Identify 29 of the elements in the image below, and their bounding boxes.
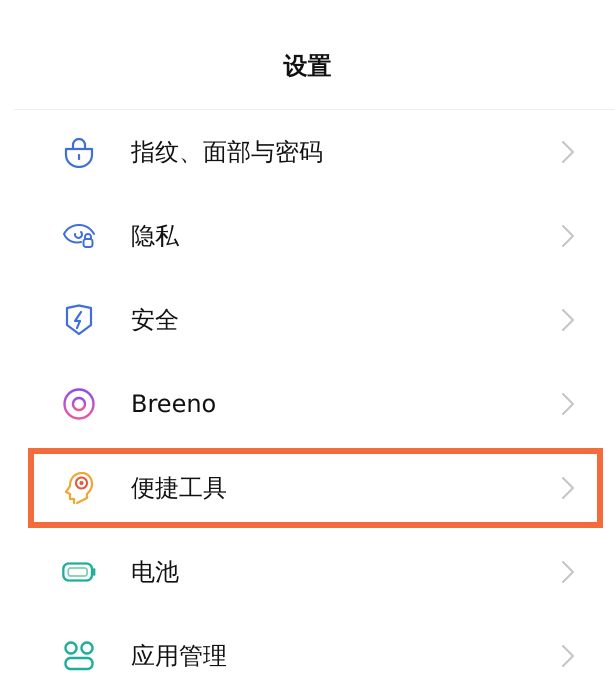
settings-row[interactable]: 隐私 [0, 194, 615, 278]
app-grid-icon [63, 641, 95, 671]
head-target-icon [64, 471, 94, 505]
chevron-right-icon [561, 308, 575, 332]
chevron-right-icon [561, 644, 575, 668]
chevron-right-icon [561, 224, 575, 248]
row-label: 安全 [131, 308, 180, 332]
shield-bolt-icon [65, 304, 93, 336]
settings-row[interactable]: 电池 [0, 530, 615, 614]
settings-row[interactable]: 便捷工具 [0, 446, 615, 530]
settings-row[interactable]: Breeno [0, 362, 615, 446]
page-title: 设置 [284, 54, 332, 78]
chevron-right-icon [561, 476, 575, 500]
settings-row[interactable]: 应用管理 [0, 614, 615, 698]
settings-row[interactable]: 安全 [0, 278, 615, 362]
row-label: 应用管理 [131, 644, 228, 668]
row-label: 便捷工具 [131, 476, 228, 500]
chevron-right-icon [561, 140, 575, 164]
padlock-icon [64, 136, 94, 168]
row-label: 电池 [131, 560, 180, 584]
eye-lock-icon [62, 223, 96, 249]
chevron-right-icon [561, 392, 575, 416]
settings-row[interactable]: 指纹、面部与密码 [0, 110, 615, 194]
row-label: Breeno [131, 392, 218, 416]
ring-icon [63, 388, 95, 420]
row-label: 隐私 [131, 224, 180, 248]
battery-icon [62, 561, 96, 583]
chevron-right-icon [561, 560, 575, 584]
row-label: 指纹、面部与密码 [131, 140, 324, 164]
